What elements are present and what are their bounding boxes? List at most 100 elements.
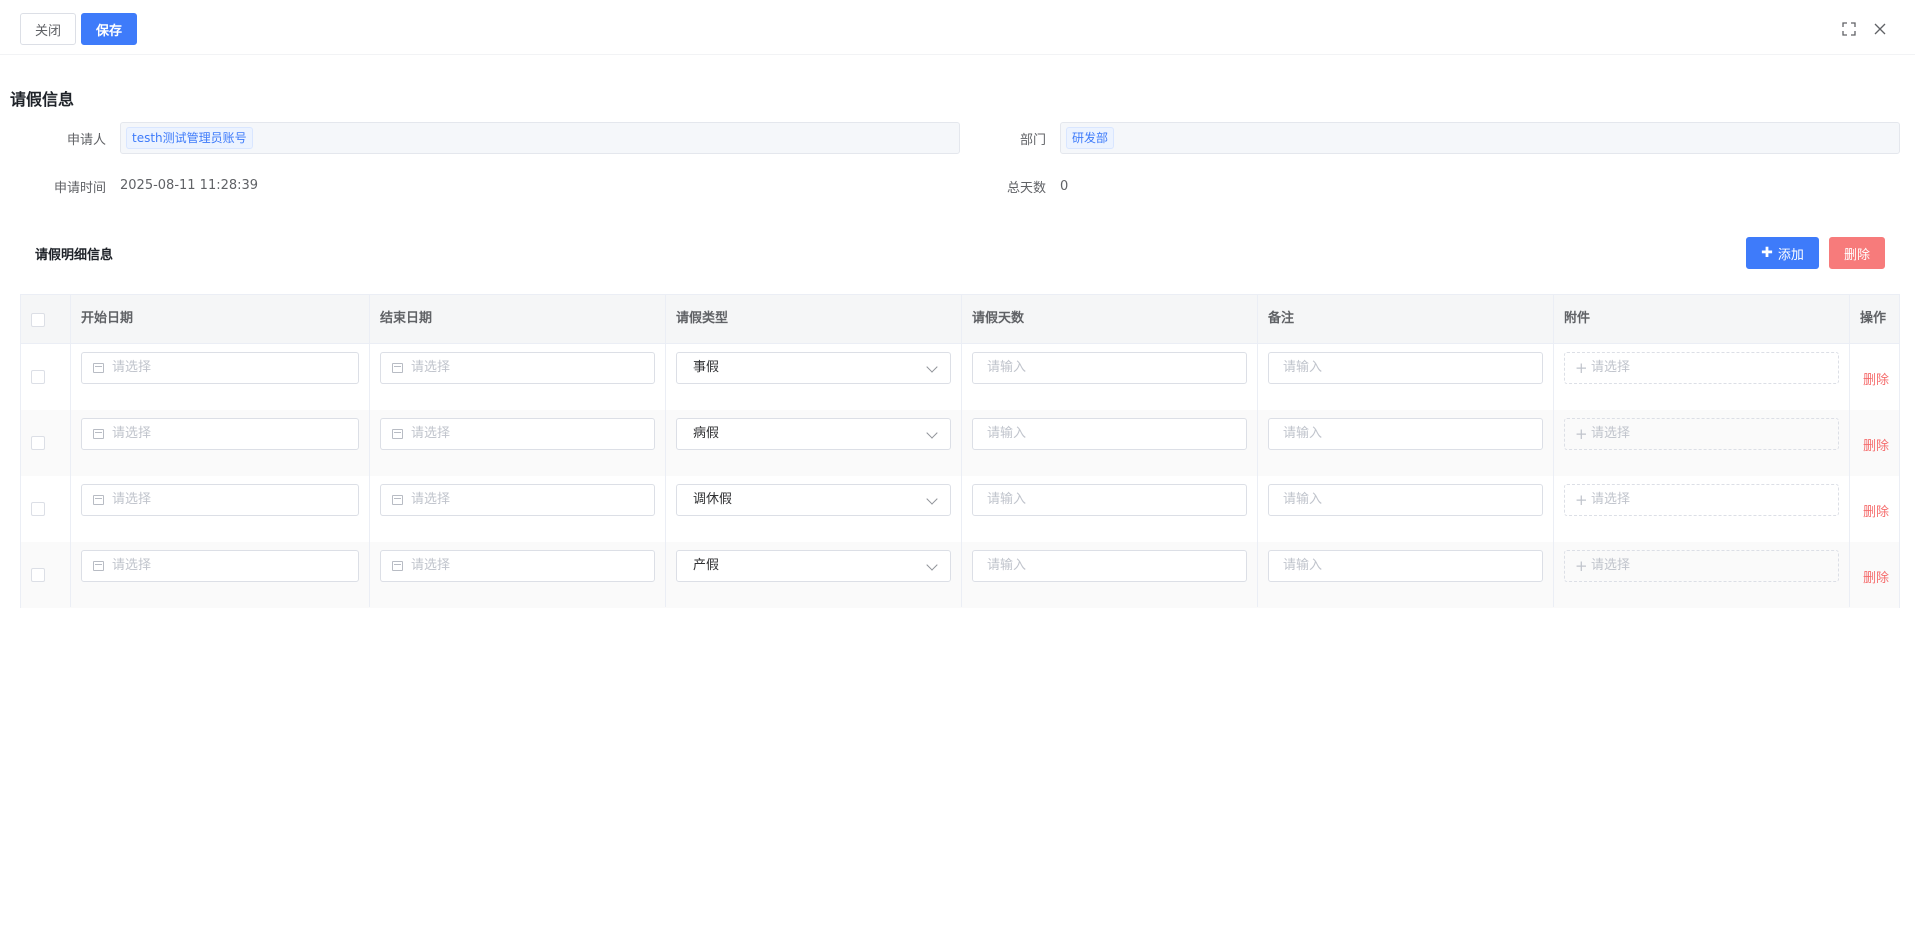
leave-type-select[interactable]: 产假: [676, 550, 951, 582]
column-header: 请假类型: [676, 311, 729, 326]
leave-days-input[interactable]: 请输入: [972, 550, 1247, 582]
plus-icon: +: [1575, 359, 1588, 377]
column-divider: [70, 295, 71, 607]
plus-icon: ✚: [1761, 245, 1773, 261]
chevron-down-icon: [926, 427, 938, 439]
attachment-placeholder: 请选择: [1591, 426, 1631, 441]
column-header: 备注: [1268, 311, 1295, 326]
total-days-value: 0: [1060, 179, 1069, 194]
row-delete-link[interactable]: 删除: [1863, 435, 1889, 454]
apply-time-label: 申请时间: [53, 181, 106, 196]
leave-detail-table: 开始日期 结束日期 请假类型 请假天数 备注 附件 操作 请选择 请选择 事假 请输入…: [20, 294, 1900, 608]
start-date-picker[interactable]: 请选择: [81, 352, 359, 384]
calendar-icon: [392, 429, 403, 439]
fullscreen-icon[interactable]: [1842, 22, 1856, 36]
leave-type-value: 调休假: [693, 492, 733, 507]
start-date-picker[interactable]: 请选择: [81, 550, 359, 582]
close-icon[interactable]: [1874, 23, 1886, 35]
applicant-field: testh测试管理员账号: [120, 122, 960, 154]
start-date-placeholder: 请选择: [112, 426, 152, 441]
chevron-down-icon: [926, 493, 938, 505]
leave-days-input[interactable]: 请输入: [972, 352, 1247, 384]
close-button[interactable]: 关闭: [20, 13, 76, 45]
remark-input[interactable]: 请输入: [1268, 550, 1543, 582]
chevron-down-icon: [926, 559, 938, 571]
remark-placeholder: 请输入: [1283, 492, 1323, 507]
department-field: 研发部: [1060, 122, 1900, 154]
calendar-icon: [93, 429, 104, 439]
leave-type-select[interactable]: 事假: [676, 352, 951, 384]
end-date-picker[interactable]: 请选择: [380, 484, 655, 516]
table-header: 开始日期 结束日期 请假类型 请假天数 备注 附件 操作: [21, 295, 1899, 344]
leave-type-value: 病假: [693, 426, 720, 441]
department-label: 部门: [1019, 133, 1046, 148]
plus-icon: +: [1575, 425, 1588, 443]
leave-days-placeholder: 请输入: [987, 558, 1027, 573]
column-header: 开始日期: [81, 311, 134, 326]
leave-type-value: 产假: [693, 558, 720, 573]
select-all-checkbox[interactable]: [31, 313, 45, 327]
leave-days-input[interactable]: 请输入: [972, 418, 1247, 450]
remark-placeholder: 请输入: [1283, 558, 1323, 573]
column-divider: [1849, 295, 1850, 607]
column-divider: [961, 295, 962, 607]
attachment-upload[interactable]: + 请选择: [1564, 484, 1839, 516]
row-checkbox[interactable]: [31, 568, 45, 582]
column-header: 附件: [1564, 311, 1591, 326]
calendar-icon: [392, 495, 403, 505]
end-date-picker[interactable]: 请选择: [380, 418, 655, 450]
remark-input[interactable]: 请输入: [1268, 418, 1543, 450]
start-date-placeholder: 请选择: [112, 558, 152, 573]
table-row: 请选择 请选择 调休假 请输入 请输入 + 请选择 删除: [21, 476, 1899, 542]
start-date-picker[interactable]: 请选择: [81, 484, 359, 516]
start-date-placeholder: 请选择: [112, 360, 152, 375]
row-delete-link[interactable]: 删除: [1863, 369, 1889, 388]
attachment-placeholder: 请选择: [1591, 360, 1631, 375]
table-row: 请选择 请选择 事假 请输入 请输入 + 请选择 删除: [21, 344, 1899, 410]
row-checkbox[interactable]: [31, 370, 45, 384]
save-button[interactable]: 保存: [81, 13, 137, 45]
applicant-tag: testh测试管理员账号: [126, 127, 253, 149]
apply-time-value: 2025-08-11 11:28:39: [120, 178, 259, 193]
attachment-upload[interactable]: + 请选择: [1564, 418, 1839, 450]
end-date-placeholder: 请选择: [411, 426, 451, 441]
plus-icon: +: [1575, 491, 1588, 509]
attachment-upload[interactable]: + 请选择: [1564, 550, 1839, 582]
section-title: 请假信息: [10, 90, 75, 109]
total-days-label: 总天数: [1006, 181, 1046, 196]
leave-type-select[interactable]: 病假: [676, 418, 951, 450]
remark-input[interactable]: 请输入: [1268, 484, 1543, 516]
end-date-picker[interactable]: 请选择: [380, 352, 655, 384]
column-divider: [369, 295, 370, 607]
end-date-placeholder: 请选择: [411, 558, 451, 573]
leave-days-input[interactable]: 请输入: [972, 484, 1247, 516]
row-checkbox[interactable]: [31, 436, 45, 450]
table-row: 请选择 请选择 病假 请输入 请输入 + 请选择 删除: [21, 410, 1899, 476]
row-delete-link[interactable]: 删除: [1863, 567, 1889, 586]
start-date-picker[interactable]: 请选择: [81, 418, 359, 450]
table-row: 请选择 请选择 产假 请输入 请输入 + 请选择 删除: [21, 542, 1899, 608]
attachment-placeholder: 请选择: [1591, 558, 1631, 573]
leave-days-placeholder: 请输入: [987, 492, 1027, 507]
plus-icon: +: [1575, 557, 1588, 575]
department-tag: 研发部: [1066, 127, 1115, 149]
leave-days-placeholder: 请输入: [987, 360, 1027, 375]
add-button[interactable]: ✚ 添加: [1746, 237, 1819, 269]
remark-input[interactable]: 请输入: [1268, 352, 1543, 384]
chevron-down-icon: [926, 361, 938, 373]
calendar-icon: [93, 561, 104, 571]
leave-type-value: 事假: [693, 360, 720, 375]
row-checkbox[interactable]: [31, 502, 45, 516]
end-date-picker[interactable]: 请选择: [380, 550, 655, 582]
calendar-icon: [93, 363, 104, 373]
leave-type-select[interactable]: 调休假: [676, 484, 951, 516]
start-date-placeholder: 请选择: [112, 492, 152, 507]
attachment-upload[interactable]: + 请选择: [1564, 352, 1839, 384]
delete-button[interactable]: 删除: [1829, 237, 1885, 269]
calendar-icon: [392, 561, 403, 571]
column-divider: [665, 295, 666, 607]
attachment-placeholder: 请选择: [1591, 492, 1631, 507]
remark-placeholder: 请输入: [1283, 426, 1323, 441]
row-delete-link[interactable]: 删除: [1863, 501, 1889, 520]
column-divider: [1553, 295, 1554, 607]
